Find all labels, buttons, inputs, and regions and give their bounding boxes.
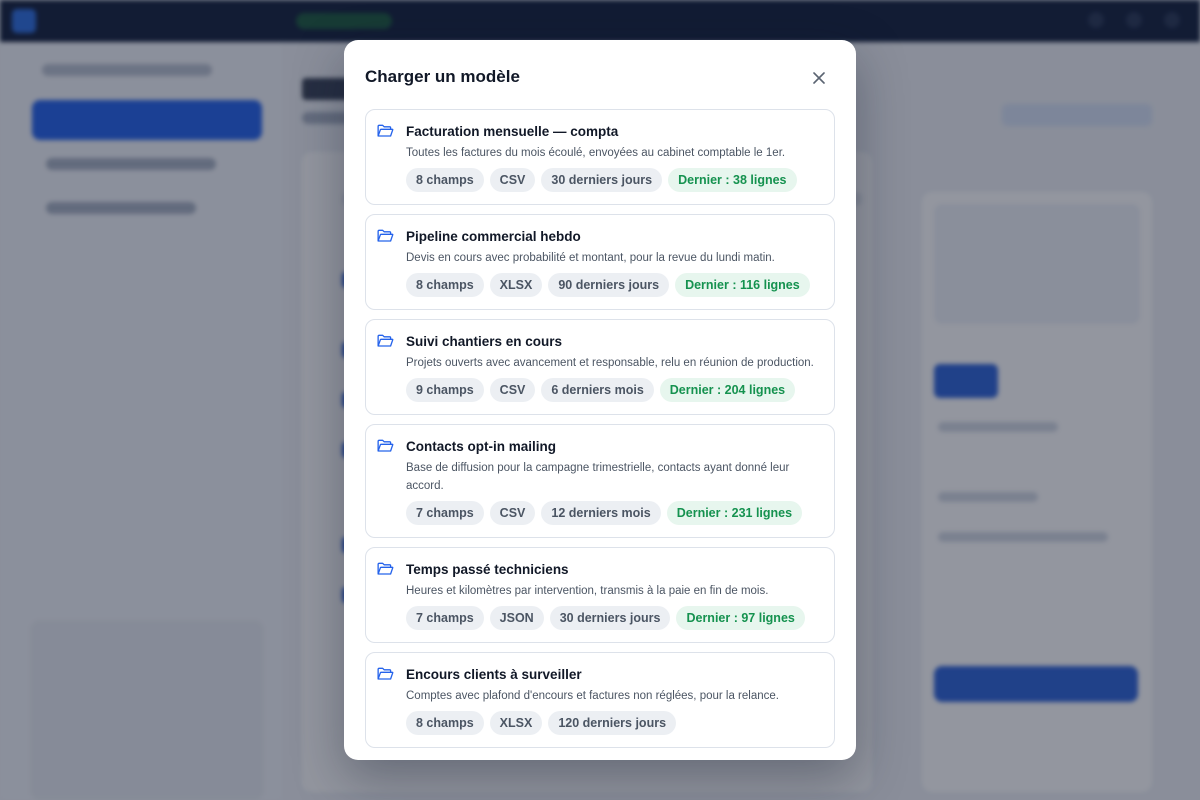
folder-open-icon bbox=[377, 229, 394, 242]
template-description: Comptes avec plafond d'encours et factur… bbox=[406, 690, 779, 702]
period-badge: 90 derniers jours bbox=[548, 273, 670, 297]
template-list: Facturation mensuelle — compta Toutes le… bbox=[365, 109, 835, 757]
fields-count-badge: 8 champs bbox=[406, 273, 484, 297]
last-run-badge: Dernier : 116 lignes bbox=[675, 273, 810, 297]
template-tags: 9 champs CSV 6 derniers mois Dernier : 2… bbox=[406, 378, 818, 402]
template-title: Suivi chantiers en cours bbox=[406, 334, 563, 349]
template-card[interactable]: Contacts opt-in mailing Base de diffusio… bbox=[365, 424, 835, 538]
fields-count-badge: 8 champs bbox=[406, 711, 484, 735]
template-tags: 8 champs CSV 30 derniers jours Dernier :… bbox=[406, 168, 818, 192]
template-card[interactable]: Pipeline commercial hebdo Devis en cours… bbox=[365, 214, 835, 310]
format-badge: JSON bbox=[489, 606, 544, 630]
template-card[interactable]: Temps passé techniciens Heures et kilomè… bbox=[365, 547, 835, 643]
template-tags: 7 champs CSV 12 derniers mois Dernier : … bbox=[406, 501, 818, 525]
close-button[interactable] bbox=[808, 67, 830, 89]
format-badge: CSV bbox=[489, 501, 536, 525]
format-badge: XLSX bbox=[489, 273, 543, 297]
last-run-badge: Dernier : 38 lignes bbox=[668, 168, 797, 192]
last-run-badge: Dernier : 231 lignes bbox=[666, 501, 803, 525]
fields-count-badge: 7 champs bbox=[406, 606, 484, 630]
format-badge: CSV bbox=[489, 168, 536, 192]
last-run-badge: Dernier : 204 lignes bbox=[659, 378, 796, 402]
load-template-dialog: Charger un modèle Facturation mensuelle … bbox=[344, 40, 856, 760]
template-title: Temps passé techniciens bbox=[406, 562, 569, 577]
folder-open-icon bbox=[377, 334, 394, 347]
template-card[interactable]: Suivi chantiers en cours Projets ouverts… bbox=[365, 319, 835, 415]
template-title: Contacts opt-in mailing bbox=[406, 439, 556, 454]
template-tags: 8 champs XLSX 120 derniers jours bbox=[406, 711, 818, 735]
format-badge: CSV bbox=[489, 378, 536, 402]
fields-count-badge: 9 champs bbox=[406, 378, 484, 402]
period-badge: 12 derniers mois bbox=[541, 501, 661, 525]
template-description: Toutes les factures du mois écoulé, envo… bbox=[406, 147, 786, 159]
template-description: Projets ouverts avec avancement et respo… bbox=[406, 357, 814, 369]
template-title: Facturation mensuelle — compta bbox=[406, 124, 619, 139]
period-badge: 30 derniers jours bbox=[549, 606, 671, 630]
fields-count-badge: 8 champs bbox=[406, 168, 484, 192]
folder-open-icon bbox=[377, 124, 394, 137]
template-description: Base de diffusion pour la campagne trime… bbox=[406, 462, 790, 492]
period-badge: 6 derniers mois bbox=[541, 378, 654, 402]
period-badge: 120 derniers jours bbox=[548, 711, 677, 735]
template-description: Devis en cours avec probabilité et monta… bbox=[406, 252, 775, 264]
format-badge: XLSX bbox=[489, 711, 543, 735]
fields-count-badge: 7 champs bbox=[406, 501, 484, 525]
template-title: Encours clients à surveiller bbox=[406, 667, 582, 682]
period-badge: 30 derniers jours bbox=[541, 168, 663, 192]
dialog-title: Charger un modèle bbox=[365, 67, 520, 86]
template-card[interactable]: Facturation mensuelle — compta Toutes le… bbox=[365, 109, 835, 205]
last-run-badge: Dernier : 97 lignes bbox=[676, 606, 805, 630]
folder-open-icon bbox=[377, 667, 394, 680]
template-description: Heures et kilomètres par intervention, t… bbox=[406, 585, 769, 597]
folder-open-icon bbox=[377, 562, 394, 575]
close-icon bbox=[813, 72, 825, 84]
template-tags: 8 champs XLSX 90 derniers jours Dernier … bbox=[406, 273, 818, 297]
template-card[interactable]: Encours clients à surveiller Comptes ave… bbox=[365, 652, 835, 748]
template-tags: 7 champs JSON 30 derniers jours Dernier … bbox=[406, 606, 818, 630]
template-title: Pipeline commercial hebdo bbox=[406, 229, 581, 244]
folder-open-icon bbox=[377, 439, 394, 452]
